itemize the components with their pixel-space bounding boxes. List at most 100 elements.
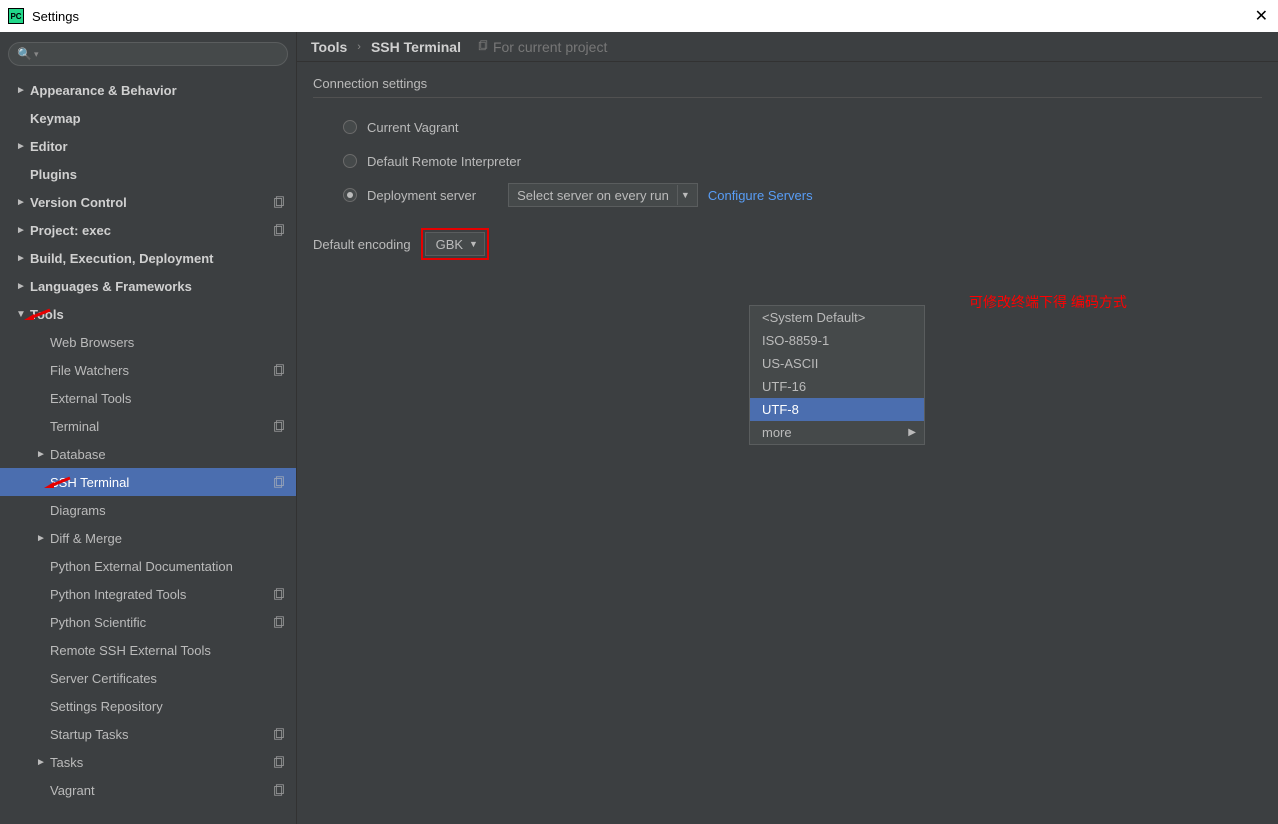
project-scope-text: For current project	[493, 39, 607, 55]
settings-tree: ►Appearance & BehaviorKeymap►EditorPlugi…	[0, 74, 296, 824]
search-icon: 🔍	[17, 47, 32, 61]
sidebar-item-keymap[interactable]: Keymap	[0, 104, 296, 132]
chevron-right-icon: ›	[357, 41, 361, 53]
sidebar-item-project-exec[interactable]: ►Project: exec	[0, 216, 296, 244]
chevron-right-icon[interactable]: ►	[36, 757, 50, 768]
sidebar-item-label: Python Integrated Tools	[50, 587, 272, 602]
chevron-right-icon[interactable]: ►	[16, 141, 30, 152]
chevron-right-icon[interactable]: ►	[36, 533, 50, 544]
sidebar-item-file-watchers[interactable]: File Watchers	[0, 356, 296, 384]
sidebar-item-languages-frameworks[interactable]: ►Languages & Frameworks	[0, 272, 296, 300]
search-input[interactable]: 🔍 ▾	[8, 42, 288, 66]
chevron-down-icon: ▼	[469, 239, 478, 249]
sidebar-item-tasks[interactable]: ►Tasks	[0, 748, 296, 776]
window-titlebar: Settings ✕	[0, 0, 1278, 32]
sidebar-item-label: Plugins	[30, 167, 286, 182]
content-area: Connection settings Current Vagrant Defa…	[297, 62, 1278, 274]
encoding-option-us-ascii[interactable]: US-ASCII	[750, 352, 924, 375]
chevron-down-icon: ▼	[677, 185, 693, 205]
encoding-option-utf-16[interactable]: UTF-16	[750, 375, 924, 398]
encoding-option-utf-8[interactable]: UTF-8	[750, 398, 924, 421]
radio-row-default-remote[interactable]: Default Remote Interpreter	[343, 144, 1262, 178]
sidebar-item-terminal[interactable]: Terminal	[0, 412, 296, 440]
sidebar-item-label: Terminal	[50, 419, 272, 434]
sidebar-item-label: Appearance & Behavior	[30, 83, 286, 98]
radio-icon[interactable]	[343, 120, 357, 134]
chevron-right-icon[interactable]: ►	[16, 281, 30, 292]
sidebar-item-diagrams[interactable]: Diagrams	[0, 496, 296, 524]
radio-row-current-vagrant[interactable]: Current Vagrant	[343, 110, 1262, 144]
sidebar-item-label: SSH Terminal	[50, 475, 272, 490]
section-connection-settings: Connection settings	[313, 76, 1262, 98]
window-title: Settings	[32, 9, 79, 24]
radio-row-deployment-server[interactable]: Deployment server Select server on every…	[343, 178, 1262, 212]
sidebar-item-label: Python Scientific	[50, 615, 272, 630]
sidebar-item-startup-tasks[interactable]: Startup Tasks	[0, 720, 296, 748]
annotation-text: 可修改终端下得 编码方式	[969, 292, 1127, 312]
sidebar-item-label: Diff & Merge	[50, 531, 286, 546]
sidebar-item-ssh-terminal[interactable]: SSH Terminal	[0, 468, 296, 496]
radio-icon[interactable]	[343, 188, 357, 202]
sidebar-item-vagrant[interactable]: Vagrant	[0, 776, 296, 804]
sidebar-item-external-tools[interactable]: External Tools	[0, 384, 296, 412]
sidebar-item-diff-merge[interactable]: ►Diff & Merge	[0, 524, 296, 552]
radio-label-default-remote: Default Remote Interpreter	[367, 154, 521, 169]
encoding-dropdown[interactable]: <System Default>ISO-8859-1US-ASCIIUTF-16…	[749, 305, 925, 445]
sidebar-item-database[interactable]: ►Database	[0, 440, 296, 468]
sidebar-item-editor[interactable]: ►Editor	[0, 132, 296, 160]
sidebar-item-remote-ssh-external-tools[interactable]: Remote SSH External Tools	[0, 636, 296, 664]
sidebar-item-label: Tools	[30, 307, 286, 322]
encoding-option-more[interactable]: more▶	[750, 421, 924, 444]
encoding-option-iso-8859-1[interactable]: ISO-8859-1	[750, 329, 924, 352]
chevron-right-icon[interactable]: ►	[16, 85, 30, 96]
radio-icon[interactable]	[343, 154, 357, 168]
annotation-arrow-icon	[42, 474, 72, 490]
main-panel: Tools › SSH Terminal For current project…	[297, 32, 1278, 824]
copy-icon	[477, 39, 489, 55]
sidebar-item-label: Languages & Frameworks	[30, 279, 286, 294]
sidebar-item-version-control[interactable]: ►Version Control	[0, 188, 296, 216]
copy-icon	[272, 587, 286, 601]
copy-icon	[272, 195, 286, 209]
chevron-right-icon[interactable]: ►	[16, 197, 30, 208]
sidebar-item-tools[interactable]: ▼Tools	[0, 300, 296, 328]
breadcrumb-tools: Tools	[311, 39, 347, 55]
sidebar-item-label: Database	[50, 447, 286, 462]
copy-icon	[272, 727, 286, 741]
sidebar-item-label: Version Control	[30, 195, 272, 210]
encoding-value: GBK	[436, 237, 463, 252]
encoding-row: Default encoding GBK ▼	[313, 228, 1262, 260]
sidebar-item-build-execution-deployment[interactable]: ►Build, Execution, Deployment	[0, 244, 296, 272]
encoding-combo[interactable]: GBK ▼	[425, 232, 485, 256]
server-select-combo[interactable]: Select server on every run ▼	[508, 183, 698, 207]
chevron-right-icon[interactable]: ►	[16, 253, 30, 264]
copy-icon	[272, 615, 286, 629]
sidebar-item-label: Editor	[30, 139, 286, 154]
copy-icon	[272, 223, 286, 237]
close-icon[interactable]: ✕	[1255, 6, 1268, 26]
radio-label-deployment-server: Deployment server	[367, 188, 476, 203]
sidebar-item-label: Python External Documentation	[50, 559, 286, 574]
copy-icon	[272, 419, 286, 433]
sidebar-item-server-certificates[interactable]: Server Certificates	[0, 664, 296, 692]
chevron-right-icon[interactable]: ►	[36, 449, 50, 460]
sidebar-item-settings-repository[interactable]: Settings Repository	[0, 692, 296, 720]
sidebar-item-python-external-documentation[interactable]: Python External Documentation	[0, 552, 296, 580]
configure-servers-link[interactable]: Configure Servers	[708, 188, 813, 203]
breadcrumb-ssh-terminal: SSH Terminal	[371, 39, 461, 55]
sidebar-item-label: Tasks	[50, 755, 272, 770]
sidebar-item-plugins[interactable]: Plugins	[0, 160, 296, 188]
copy-icon	[272, 363, 286, 377]
sidebar-item-python-integrated-tools[interactable]: Python Integrated Tools	[0, 580, 296, 608]
sidebar-item-label: Remote SSH External Tools	[50, 643, 286, 658]
sidebar-item-appearance-behavior[interactable]: ►Appearance & Behavior	[0, 76, 296, 104]
sidebar-item-web-browsers[interactable]: Web Browsers	[0, 328, 296, 356]
sidebar-item-python-scientific[interactable]: Python Scientific	[0, 608, 296, 636]
sidebar-item-label: File Watchers	[50, 363, 272, 378]
chevron-down-icon: ▾	[34, 49, 39, 60]
chevron-right-icon[interactable]: ►	[16, 225, 30, 236]
annotation-red-box: GBK ▼	[421, 228, 489, 260]
sidebar-item-label: Build, Execution, Deployment	[30, 251, 286, 266]
encoding-option--system-default-[interactable]: <System Default>	[750, 306, 924, 329]
chevron-right-icon: ▶	[908, 427, 916, 438]
